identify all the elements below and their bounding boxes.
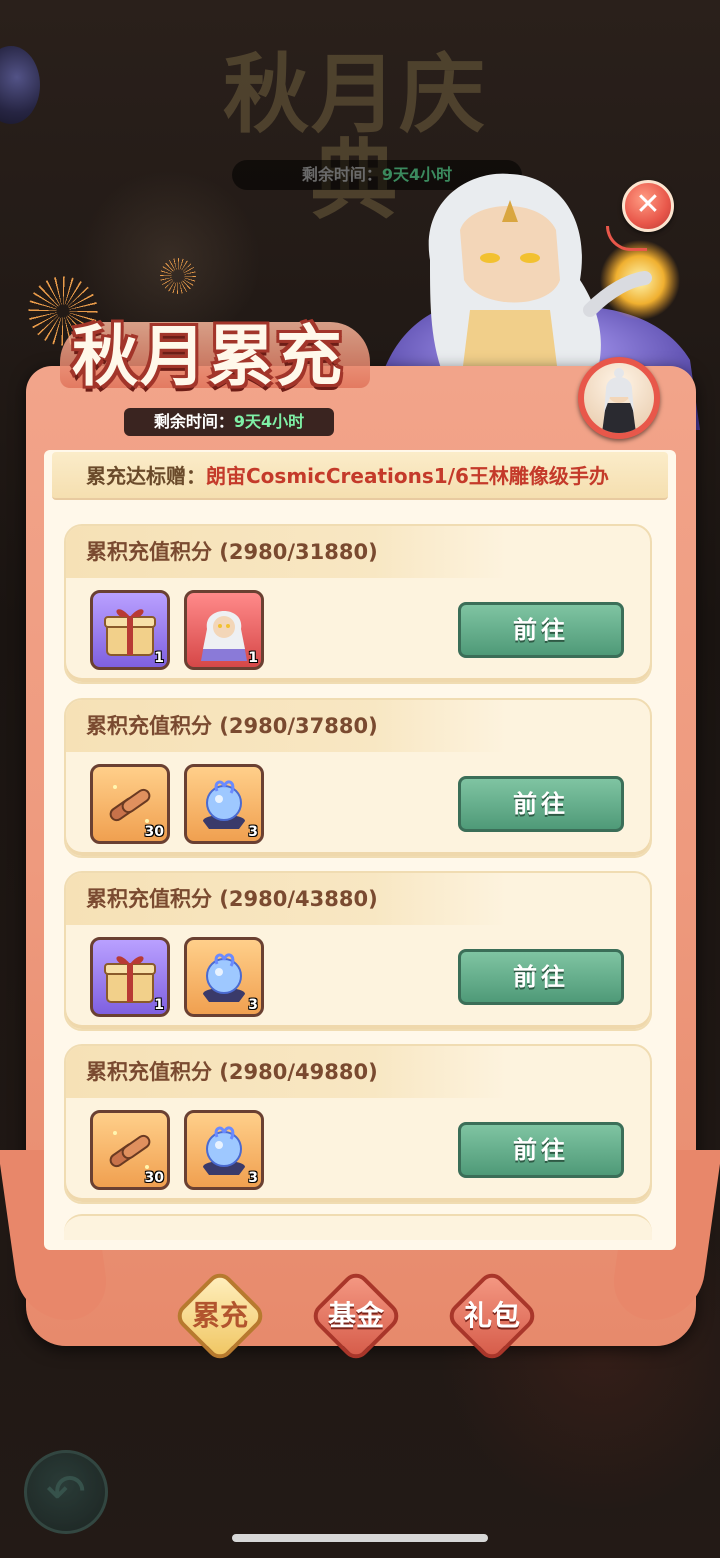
reward-card-partial xyxy=(64,1214,652,1240)
reward-item[interactable]: 30 xyxy=(90,1110,170,1190)
avatar-character-icon xyxy=(602,368,636,433)
event-timer: 剩余时间：9天4小时 xyxy=(124,408,334,436)
reward-card-title: 累积充值积分 (2980/31880) xyxy=(66,526,506,578)
tab-gift-pack-label: 礼包 xyxy=(463,1299,520,1332)
go-button[interactable]: 前往 xyxy=(458,776,624,832)
reward-item[interactable]: 1 xyxy=(184,590,264,670)
go-button[interactable]: 前往 xyxy=(458,1122,624,1178)
award-banner: 累充达标赠：朗宙CosmicCreations1/6王林雕像级手办 xyxy=(52,452,668,500)
reward-item-quantity: 1 xyxy=(154,997,164,1013)
reward-item[interactable]: 1 xyxy=(90,937,170,1017)
reward-item-quantity: 3 xyxy=(248,1170,258,1186)
reward-card: 累积充值积分 (2980/49880) 30 3 前往 xyxy=(64,1044,652,1204)
tab-recharge[interactable]: 累充 xyxy=(171,1267,269,1365)
reward-item-quantity: 1 xyxy=(154,650,164,666)
tab-recharge-label: 累充 xyxy=(191,1299,248,1332)
reward-item-quantity: 1 xyxy=(248,650,258,666)
reward-item[interactable]: 30 xyxy=(90,764,170,844)
reward-card: 累积充值积分 (2980/43880) 1 3 前往 xyxy=(64,871,652,1031)
event-title: 秋月累充 xyxy=(72,317,344,395)
spirit-orb-icon xyxy=(203,1126,245,1175)
reward-item-quantity: 30 xyxy=(144,1170,164,1186)
reward-card-title: 累积充值积分 (2980/37880) xyxy=(66,700,506,752)
go-button[interactable]: 前往 xyxy=(458,949,624,1005)
gift-chest-icon xyxy=(104,609,156,656)
tab-gift-pack[interactable]: 礼包 xyxy=(443,1267,541,1365)
tab-fund[interactable]: 基金 xyxy=(307,1267,405,1365)
reward-item-quantity: 30 xyxy=(144,824,164,840)
hero-portrait-icon xyxy=(201,611,247,661)
close-button[interactable]: ✕ xyxy=(622,180,674,232)
reward-item[interactable]: 1 xyxy=(90,590,170,670)
firework-icon xyxy=(160,258,196,294)
gift-chest-icon xyxy=(104,956,156,1003)
event-timer-value: 9天4小时 xyxy=(233,412,305,431)
reward-item[interactable]: 3 xyxy=(184,1110,264,1190)
reward-card: 累积充值积分 (2980/37880) 30 3 前往 xyxy=(64,698,652,858)
spirit-orb-icon xyxy=(203,953,245,1002)
avatar[interactable] xyxy=(578,357,660,439)
reward-card: 累积充值积分 (2980/31880) 1 1 前往 xyxy=(64,524,652,684)
award-label: 累充达标赠： xyxy=(86,464,206,488)
reward-item-quantity: 3 xyxy=(248,824,258,840)
award-gift-name: 朗宙CosmicCreations1/6王林雕像级手办 xyxy=(206,464,609,488)
reward-item[interactable]: 3 xyxy=(184,937,264,1017)
reward-card-title: 累积充值积分 (2980/43880) xyxy=(66,873,506,925)
event-timer-label: 剩余时间： xyxy=(153,412,234,431)
reward-card-title: 累积充值积分 (2980/49880) xyxy=(66,1046,506,1098)
bottom-tab-bar: 累充 基金 礼包 xyxy=(0,1267,720,1368)
home-indicator[interactable] xyxy=(232,1534,488,1542)
avatar-portrait xyxy=(584,363,654,433)
reward-item[interactable]: 3 xyxy=(184,764,264,844)
reward-item-quantity: 3 xyxy=(248,997,258,1013)
back-icon[interactable]: ↶ xyxy=(24,1450,108,1534)
spirit-orb-icon xyxy=(203,780,245,829)
go-button[interactable]: 前往 xyxy=(458,602,624,658)
tab-fund-label: 基金 xyxy=(327,1299,384,1332)
